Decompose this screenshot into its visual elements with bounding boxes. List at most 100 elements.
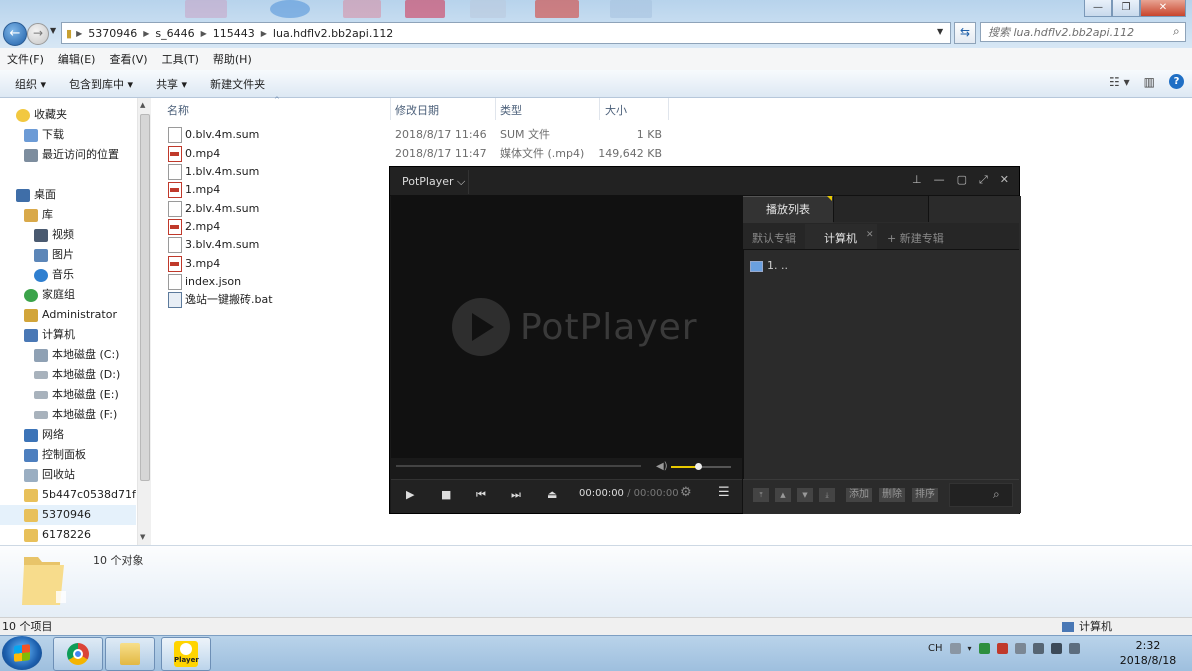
- menu-edit[interactable]: 编辑(E): [51, 51, 103, 67]
- close-icon[interactable]: ✕: [1000, 173, 1009, 187]
- playlist-item[interactable]: 1. ..: [750, 259, 788, 272]
- nav-control-panel[interactable]: 控制面板: [24, 445, 86, 465]
- menu-view[interactable]: 查看(V): [102, 51, 154, 67]
- move-top-icon[interactable]: ⤒: [753, 488, 769, 502]
- back-button[interactable]: ←: [3, 22, 27, 46]
- maximize-button[interactable]: ❐: [1112, 0, 1140, 17]
- nav-computer[interactable]: 计算机: [24, 325, 75, 345]
- forward-button[interactable]: →: [27, 23, 49, 45]
- fullscreen-icon[interactable]: ⤢: [979, 173, 988, 187]
- eject-icon[interactable]: ⏏: [547, 488, 557, 501]
- menu-file[interactable]: 文件(F): [0, 51, 51, 67]
- menu-help[interactable]: 帮助(H): [206, 51, 259, 67]
- tray-expand-icon[interactable]: ▾: [968, 644, 972, 653]
- recent-pages-dropdown[interactable]: ▼: [50, 26, 56, 35]
- nav-favorites[interactable]: 收藏夹: [16, 105, 67, 125]
- column-date[interactable]: 修改日期: [395, 102, 439, 118]
- minimize-button[interactable]: —: [1084, 0, 1112, 17]
- nav-drive-c[interactable]: 本地磁盘 (C:): [34, 345, 119, 365]
- move-up-icon[interactable]: ▲: [775, 488, 791, 502]
- maximize-icon[interactable]: ▢: [957, 173, 967, 187]
- breadcrumb-segment[interactable]: s_6446: [149, 27, 200, 40]
- taskbar-chrome[interactable]: [53, 637, 103, 671]
- tab-playlist[interactable]: 播放列表: [743, 196, 833, 223]
- scroll-up-icon[interactable]: ▲: [140, 101, 145, 109]
- nav-music[interactable]: 音乐: [34, 265, 74, 285]
- nav-scrollbar[interactable]: ▲ ▼: [137, 98, 151, 545]
- nav-folder-selected[interactable]: 5370946: [0, 505, 136, 525]
- playlist-search-input[interactable]: [949, 483, 1013, 507]
- search-icon[interactable]: ⌕: [1173, 24, 1180, 39]
- nav-pictures[interactable]: 图片: [34, 245, 74, 265]
- breadcrumb-segment[interactable]: 5370946: [82, 27, 143, 40]
- column-divider[interactable]: [390, 98, 391, 120]
- nav-drive-e[interactable]: 本地磁盘 (E:): [34, 385, 119, 405]
- potplayer-menu-button[interactable]: PotPlayer ⌵: [402, 175, 465, 189]
- close-tab-icon[interactable]: ✕: [866, 230, 874, 240]
- security-icon[interactable]: [996, 643, 1008, 654]
- column-type[interactable]: 类型: [500, 102, 522, 118]
- taskbar-explorer[interactable]: [105, 637, 155, 671]
- preview-pane-icon[interactable]: ▥: [1144, 75, 1155, 89]
- refresh-button[interactable]: ⇆: [954, 22, 976, 44]
- taskbar-potplayer[interactable]: Player: [161, 637, 211, 671]
- keyboard-icon[interactable]: [949, 643, 961, 654]
- volume-tray-icon[interactable]: [1068, 643, 1080, 654]
- close-button[interactable]: ✕: [1140, 0, 1186, 17]
- nav-folder[interactable]: 5b447c0538d71f1: [24, 485, 136, 505]
- nav-network[interactable]: 网络: [24, 425, 64, 445]
- volume-knob[interactable]: [695, 463, 702, 470]
- minimize-icon[interactable]: —: [934, 173, 945, 187]
- nav-videos[interactable]: 视频: [34, 225, 74, 245]
- remote-icon[interactable]: [1014, 643, 1026, 654]
- play-icon[interactable]: ▶: [406, 488, 414, 501]
- file-row[interactable]: 0.blv.4m.sum 2018/8/17 11:46 SUM 文件 1 KB: [150, 126, 670, 144]
- column-divider[interactable]: [668, 98, 669, 120]
- search-icon[interactable]: ⌕: [993, 487, 1000, 502]
- organize-button[interactable]: 组织 ▾: [7, 76, 54, 92]
- breadcrumb-segment[interactable]: 115443: [207, 27, 261, 40]
- nav-drive-f[interactable]: 本地磁盘 (F:): [34, 405, 117, 425]
- address-bar[interactable]: ▮ ▶ 5370946 ▶ s_6446 ▶ 115443 ▶ lua.hdfl…: [61, 22, 951, 44]
- share-button[interactable]: 共享 ▾: [148, 76, 195, 92]
- usb-icon[interactable]: [1032, 643, 1044, 654]
- scroll-thumb[interactable]: [140, 114, 150, 481]
- delete-button[interactable]: 删除: [879, 488, 905, 502]
- scroll-down-icon[interactable]: ▼: [140, 533, 145, 541]
- pin-icon[interactable]: ⊥: [912, 173, 922, 187]
- nav-folder[interactable]: 6178226: [24, 525, 91, 545]
- network-signal-icon[interactable]: [1050, 643, 1062, 654]
- add-button[interactable]: 添加: [846, 488, 872, 502]
- new-album-button[interactable]: + 新建专辑: [887, 230, 944, 246]
- language-indicator[interactable]: CH: [928, 643, 943, 654]
- volume-icon[interactable]: ◀): [656, 461, 668, 472]
- column-divider[interactable]: [495, 98, 496, 120]
- move-bottom-icon[interactable]: ⤓: [819, 488, 835, 502]
- next-icon[interactable]: ⏭: [511, 488, 521, 502]
- nav-homegroup[interactable]: 家庭组: [24, 285, 75, 305]
- nav-user[interactable]: Administrator: [24, 305, 117, 325]
- clock[interactable]: 2:32 2018/8/18: [1116, 638, 1180, 668]
- menu-tools[interactable]: 工具(T): [155, 51, 206, 67]
- settings-gear-icon[interactable]: ⚙: [680, 485, 692, 500]
- tab-default-album[interactable]: 默认专辑: [752, 230, 796, 246]
- nav-drive-d[interactable]: 本地磁盘 (D:): [34, 365, 120, 385]
- new-folder-button[interactable]: 新建文件夹: [202, 76, 273, 92]
- search-input[interactable]: 搜索 lua.hdflv2.bb2api.112: [980, 22, 1186, 42]
- move-down-icon[interactable]: ▼: [797, 488, 813, 502]
- nav-recycle-bin[interactable]: 回收站: [24, 465, 75, 485]
- previous-icon[interactable]: ⏮: [476, 488, 486, 502]
- start-button[interactable]: [2, 636, 42, 670]
- file-row[interactable]: 0.mp4 2018/8/17 11:47 媒体文件 (.mp4) 149,64…: [150, 145, 670, 163]
- help-icon[interactable]: ?: [1169, 74, 1184, 89]
- tab-computer-album[interactable]: 计算机: [824, 230, 857, 246]
- sort-button[interactable]: 排序: [912, 488, 938, 502]
- breadcrumb-segment[interactable]: lua.hdflv2.bb2api.112: [267, 27, 399, 40]
- nav-recent[interactable]: 最近访问的位置: [24, 145, 119, 165]
- column-divider[interactable]: [599, 98, 600, 120]
- nav-desktop[interactable]: 桌面: [16, 185, 56, 205]
- green-arrow-icon[interactable]: [978, 643, 990, 654]
- column-name[interactable]: 名称: [167, 102, 189, 118]
- address-dropdown-icon[interactable]: ▼: [937, 27, 943, 36]
- seek-bar[interactable]: [396, 465, 641, 467]
